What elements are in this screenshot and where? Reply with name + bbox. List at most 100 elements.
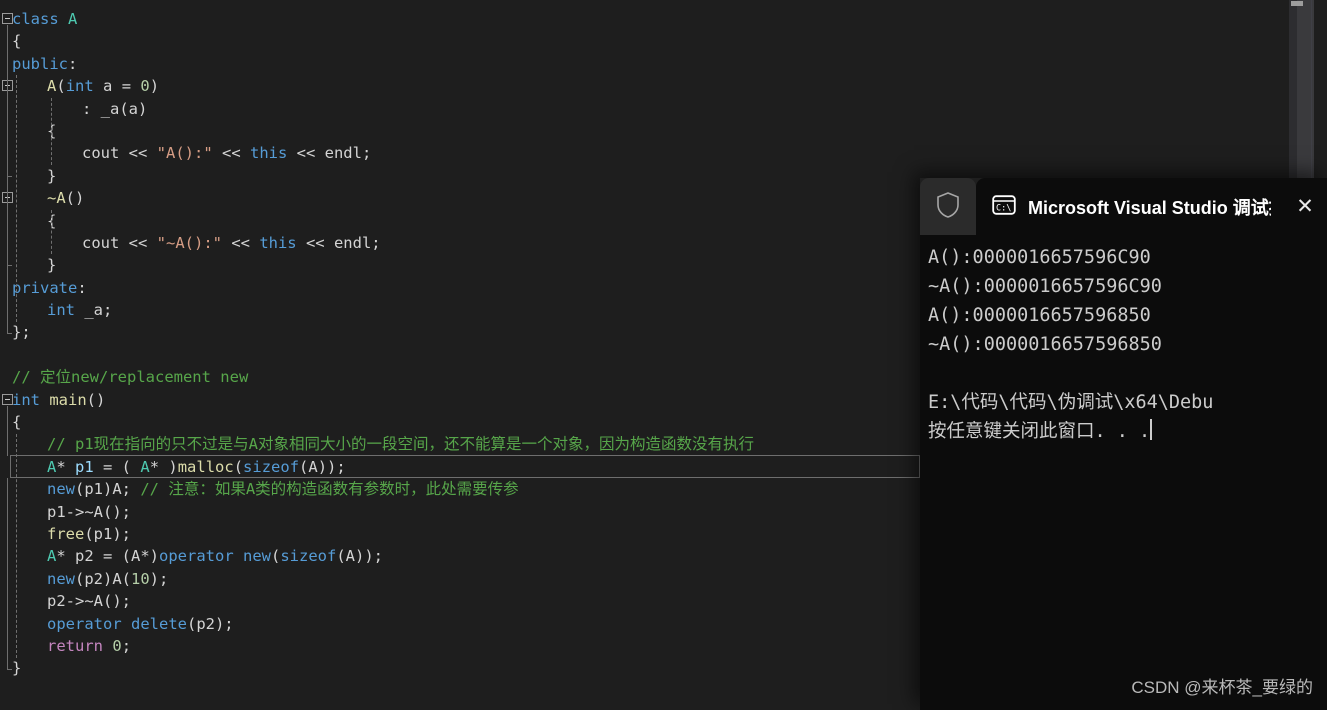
code-token: // 注意：如果A类的构造函数有参数时，此处需要传参: [140, 480, 519, 499]
code-token: *: [56, 547, 76, 566]
code-token: =: [121, 77, 132, 96]
code-token: ;: [121, 636, 132, 655]
code-token: 10: [131, 569, 150, 588]
console-output[interactable]: A():0000016657596C90 ~A():0000016657596C9…: [920, 235, 1327, 710]
code-token: class: [12, 10, 59, 28]
code-token: "A():": [156, 144, 213, 163]
shield-icon: [935, 191, 961, 223]
console-output-line: ~A():0000016657596850: [928, 334, 1162, 355]
code-token: ~A: [47, 189, 66, 208]
code-token: * ): [149, 457, 178, 476]
console-title: Microsoft Visual Studio 调试控: [1028, 197, 1271, 218]
console-window[interactable]: C:\ Microsoft Visual Studio 调试控 ✕ A():00…: [920, 178, 1327, 710]
code-token: cout: [82, 233, 120, 252]
code-token: p1->~A();: [47, 502, 131, 521]
code-token: };: [12, 323, 31, 342]
code-token: a: [93, 77, 122, 96]
code-line[interactable]: public:: [0, 53, 1281, 75]
close-icon[interactable]: ✕: [1283, 178, 1327, 235]
code-token: (a): [119, 99, 148, 118]
code-token: int: [65, 77, 94, 96]
code-token: // 定位new/replacement new: [12, 368, 249, 387]
code-token: <<: [119, 144, 157, 163]
code-token: ;: [361, 144, 372, 163]
code-token: _a: [100, 99, 120, 118]
svg-text:C:\: C:\: [996, 203, 1011, 213]
code-line[interactable]: A(int a = 0): [0, 75, 1281, 97]
console-titlebar[interactable]: C:\ Microsoft Visual Studio 调试控 ✕: [920, 178, 1327, 235]
code-token: <<: [212, 144, 250, 163]
code-token: main: [49, 390, 87, 409]
code-token: A: [47, 77, 57, 96]
code-token: new: [47, 480, 75, 499]
code-token: = (A*): [93, 547, 160, 566]
code-line[interactable]: {: [0, 120, 1281, 142]
console-output-line: ~A():0000016657596C90: [928, 276, 1162, 297]
code-token: :: [82, 99, 101, 118]
shield-tab[interactable]: [920, 178, 976, 235]
code-token: operator delete: [47, 614, 187, 633]
code-token: (p1);: [84, 524, 131, 543]
code-token: <<: [119, 233, 157, 252]
code-token: sizeof: [280, 547, 337, 566]
code-token: 0: [112, 636, 122, 655]
code-token: (A));: [336, 547, 384, 566]
code-token: _a;: [75, 301, 113, 320]
code-token: int: [12, 390, 40, 409]
console-output-line: A():0000016657596C90: [928, 247, 1151, 268]
code-token: ): [149, 77, 160, 96]
code-line[interactable]: : _a(a): [0, 98, 1281, 120]
screenshot-root: class A{public: A(int a = 0): _a(a){cout …: [0, 0, 1327, 710]
code-token: "~A():": [156, 233, 222, 252]
code-token: cout: [82, 144, 120, 163]
code-token: (A));: [299, 457, 346, 476]
code-token: <<: [287, 144, 325, 163]
code-token: <<: [296, 233, 334, 252]
console-output-line: E:\代码\代码\伪调试\x64\Debu: [928, 392, 1214, 413]
code-token: // p1现在指向的只不过是与A对象相同大小的一段空间，还不能算是一个对象，因为…: [47, 435, 754, 454]
code-token: p2->~A();: [47, 592, 131, 611]
code-token: A: [68, 10, 78, 28]
code-token: = (: [93, 457, 141, 476]
code-token: A: [47, 547, 57, 566]
console-tab[interactable]: C:\ Microsoft Visual Studio 调试控 ✕: [976, 178, 1327, 235]
scrollbar-change-marker: [1291, 1, 1303, 6]
code-token: endl: [333, 233, 372, 252]
code-token: new: [47, 569, 75, 588]
console-cursor: [1150, 419, 1153, 440]
code-token: *: [56, 457, 76, 476]
code-token: endl: [324, 144, 362, 163]
code-token: return: [47, 636, 103, 655]
code-token: (p1)A;: [75, 480, 141, 499]
code-token: {: [12, 32, 22, 51]
code-token: p2: [75, 547, 94, 566]
code-token: 0: [140, 77, 150, 96]
code-token: malloc: [177, 457, 234, 476]
code-token: ;: [371, 233, 381, 252]
code-token: private: [12, 278, 78, 297]
code-token: :: [77, 278, 87, 297]
code-token: this: [259, 233, 297, 252]
code-token: A: [140, 457, 150, 476]
indent-guide: [51, 97, 52, 165]
code-token: (p2)A(: [75, 569, 131, 588]
code-token: }: [47, 256, 57, 275]
code-token: (: [233, 457, 244, 476]
console-output-line: 按任意键关闭此窗口. . .: [928, 419, 1153, 442]
code-token: (): [86, 390, 106, 409]
code-token: A: [47, 457, 57, 476]
code-token: int: [47, 301, 75, 320]
code-token: this: [249, 144, 288, 163]
code-line[interactable]: cout << "A():" << this << endl;: [0, 142, 1281, 164]
code-token: {: [12, 413, 22, 432]
code-line[interactable]: class A: [0, 8, 1281, 30]
code-line[interactable]: {: [0, 30, 1281, 52]
code-token: (): [65, 189, 85, 208]
command-prompt-icon: C:\: [992, 193, 1016, 221]
code-token: sizeof: [243, 457, 300, 476]
